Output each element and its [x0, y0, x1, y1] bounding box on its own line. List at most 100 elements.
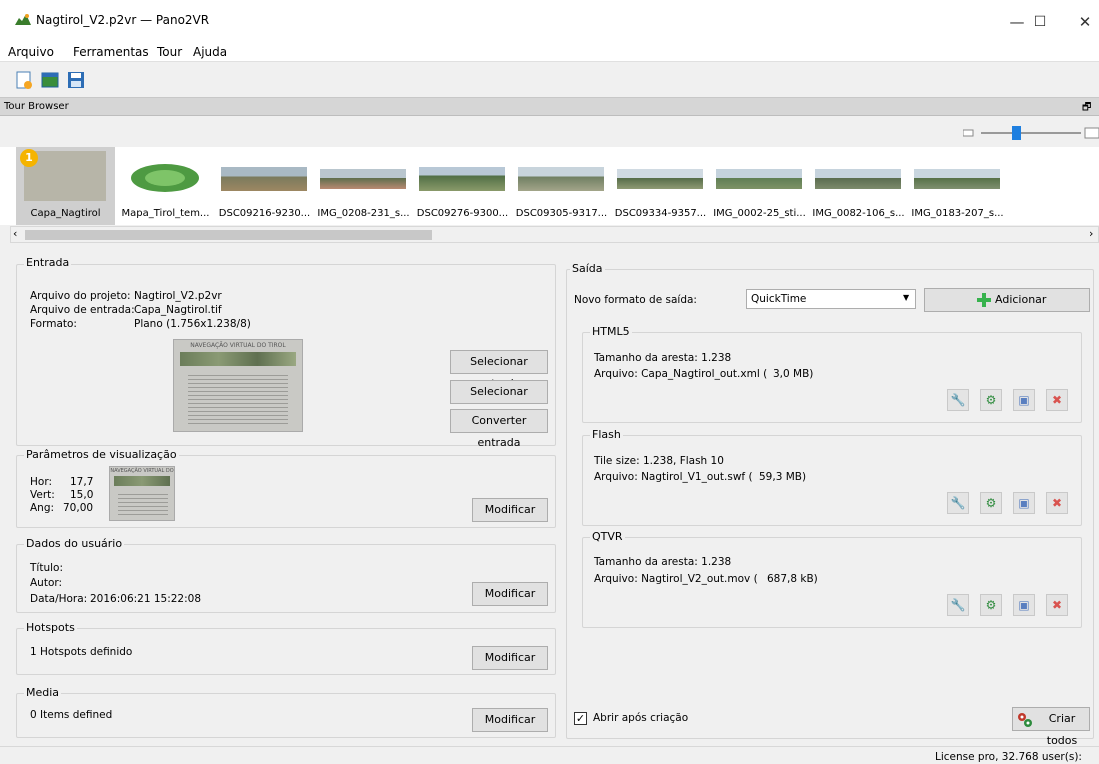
select-patch-button[interactable]: Selecionar retalho	[450, 380, 548, 420]
gear-icon[interactable]: ⚙	[980, 492, 1002, 514]
thumbnail-label: DSC09216-9230...	[218, 208, 311, 219]
thumbnail-zoom-area	[0, 117, 1099, 147]
html5-title: HTML5	[590, 325, 632, 338]
thumbnail-capa-nagtirol[interactable]: 1 Capa_Nagtirol	[16, 147, 115, 225]
vert-value: 15,0	[70, 489, 94, 501]
view-preview-text-block	[118, 491, 168, 517]
close-button[interactable]: ✕	[1062, 8, 1099, 36]
thumbnail-image	[518, 167, 604, 191]
view-params-title: Parâmetros de visualização	[24, 448, 179, 461]
thumbnail-dsc09334[interactable]: DSC09334-9357...	[611, 147, 710, 225]
delete-icon[interactable]: ✖	[1046, 594, 1068, 616]
thumbnail-img0082[interactable]: IMG_0082-106_s...	[809, 147, 908, 225]
thumbnail-label: Capa_Nagtirol	[30, 208, 101, 219]
save-output-icon[interactable]: ▣	[1013, 492, 1035, 514]
project-file-label: Arquivo do projeto:	[30, 290, 131, 302]
tour-thumbnails: 1 Capa_Nagtirol Mapa_Tirol_tem... DSC092…	[0, 147, 1099, 225]
delete-icon[interactable]: ✖	[1046, 389, 1068, 411]
user-data-modify-button[interactable]: Modificar	[472, 582, 548, 606]
gear-icon[interactable]: ⚙	[980, 594, 1002, 616]
menu-tour[interactable]: Tour	[157, 45, 182, 59]
gear-icon[interactable]: ⚙	[980, 389, 1002, 411]
save-output-icon[interactable]: ▣	[1013, 594, 1035, 616]
save-output-icon[interactable]: ▣	[1013, 389, 1035, 411]
add-output-button[interactable]: Adicionar	[924, 288, 1090, 312]
menu-arquivo[interactable]: Arquivo	[8, 45, 54, 59]
save-project-icon[interactable]	[66, 70, 86, 90]
output-format-select[interactable]: QuickTime ▼	[746, 289, 916, 309]
input-file-label: Arquivo de entrada:	[30, 304, 135, 316]
new-project-icon[interactable]	[14, 70, 34, 90]
thumbnail-zoom-slider[interactable]	[963, 126, 1099, 140]
wrench-icon[interactable]: 🔧	[947, 389, 969, 411]
select-input-button[interactable]: Selecionar entrada	[450, 350, 548, 390]
wrench-icon[interactable]: 🔧	[947, 492, 969, 514]
hor-label: Hor:	[30, 476, 52, 488]
thumbnail-label: IMG_0002-25_sti...	[713, 208, 806, 219]
thumbnail-dsc09216[interactable]: DSC09216-9230...	[215, 147, 314, 225]
thumbnail-image	[815, 169, 901, 189]
format-label: Formato:	[30, 318, 77, 330]
delete-icon[interactable]: ✖	[1046, 492, 1068, 514]
view-preview-photo-strip	[114, 476, 170, 486]
thumbnail-image	[914, 169, 1000, 189]
thumbnail-image	[716, 169, 802, 189]
qtvr-title: QTVR	[590, 530, 625, 543]
input-preview-image: NAVEGAÇÃO VIRTUAL DO TIROL	[173, 339, 303, 432]
qtvr-file-size: 687,8 kB)	[767, 573, 818, 585]
thumbnail-img0183[interactable]: IMG_0183-207_s...	[908, 147, 1007, 225]
status-bar: License pro, 32.768 user(s):	[0, 746, 1099, 764]
new-format-label: Novo formato de saída:	[574, 294, 697, 306]
pano2vr-app-icon	[15, 14, 31, 25]
menu-ajuda[interactable]: Ajuda	[193, 45, 227, 59]
flash-tile-size: Tile size: 1.238, Flash 10	[594, 455, 724, 467]
thumbnail-image	[419, 167, 505, 191]
maximize-button[interactable]: ☐	[1017, 8, 1063, 36]
thumbnail-dsc09276[interactable]: DSC09276-9300...	[413, 147, 512, 225]
flash-file-label: Arquivo: Nagtirol_V1_out.swf (	[594, 471, 753, 483]
tour-browser-header: Tour Browser 🗗	[0, 97, 1099, 116]
open-after-checkbox[interactable]: ✓	[574, 712, 587, 725]
hotspots-modify-button[interactable]: Modificar	[472, 646, 548, 670]
thumbnail-dsc09305[interactable]: DSC09305-9317...	[512, 147, 611, 225]
hotspots-title: Hotspots	[24, 621, 77, 634]
scrollbar-thumb[interactable]	[25, 230, 432, 240]
open-project-icon[interactable]	[40, 70, 60, 90]
thumbnail-mapa-tirol[interactable]: Mapa_Tirol_tem...	[116, 147, 215, 225]
wrench-icon[interactable]: 🔧	[947, 594, 969, 616]
view-params-modify-button[interactable]: Modificar	[472, 498, 548, 522]
scroll-left-icon[interactable]: ‹	[13, 227, 17, 240]
format-value: Plano (1.756x1.238/8)	[134, 318, 251, 330]
html5-file-size: 3,0 MB)	[773, 368, 814, 380]
chevron-down-icon: ▼	[903, 293, 910, 302]
html5-file-label: Arquivo: Capa_Nagtirol_out.xml (	[594, 368, 768, 380]
add-output-label: Adicionar	[995, 293, 1047, 306]
author-field-label: Autor:	[30, 577, 63, 589]
preview-text-block	[188, 372, 288, 426]
hotspot-count-badge: 1	[20, 149, 38, 167]
flash-title: Flash	[590, 428, 623, 441]
datetime-value: 2016:06:21 15:22:08	[90, 593, 202, 605]
view-preview-image: NAVEGAÇÃO VIRTUAL DO	[109, 466, 175, 521]
thumbnail-scrollbar[interactable]: ‹ ›	[10, 226, 1099, 243]
menu-bar: Arquivo Ferramentas Tour Ajuda	[0, 36, 1099, 62]
convert-input-button[interactable]: Converter entrada	[450, 409, 548, 449]
hor-value: 17,7	[70, 476, 94, 488]
output-group-title: Saída	[570, 262, 605, 275]
thumbnail-img0208[interactable]: IMG_0208-231_s...	[314, 147, 413, 225]
vert-label: Vert:	[30, 489, 55, 501]
ang-label: Ang:	[30, 502, 55, 514]
media-modify-button[interactable]: Modificar	[472, 708, 548, 732]
toolbar	[0, 63, 1099, 96]
create-all-button[interactable]: Criar todos	[1012, 707, 1090, 747]
datetime-label: Data/Hora:	[30, 593, 88, 605]
tour-browser-title: Tour Browser	[4, 101, 69, 112]
thumbnail-label: Mapa_Tirol_tem...	[121, 208, 210, 219]
thumbnail-image	[131, 164, 199, 192]
menu-ferramentas[interactable]: Ferramentas	[73, 45, 149, 59]
scroll-right-icon[interactable]: ›	[1089, 227, 1093, 240]
thumbnail-img0002[interactable]: IMG_0002-25_sti...	[710, 147, 809, 225]
thumbnail-label: DSC09334-9357...	[614, 208, 707, 219]
create-all-gears-icon	[1018, 713, 1032, 727]
float-dock-icon[interactable]: 🗗	[1082, 100, 1091, 117]
